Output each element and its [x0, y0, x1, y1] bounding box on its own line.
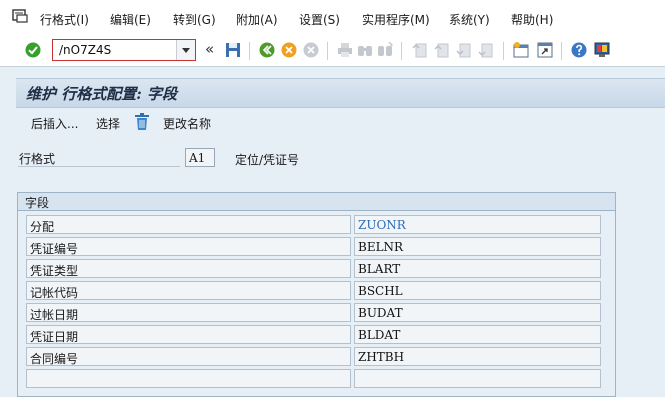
rename-button[interactable]: 更改名称 [163, 115, 211, 132]
menu-bar: 行格式(I) 编辑(E) 转到(G) 附加(A) 设置(S) 实用程序(M) 系… [0, 0, 665, 36]
trash-icon[interactable] [134, 113, 150, 131]
print-icon [338, 43, 352, 57]
field-value-input[interactable]: BELNR [354, 237, 601, 256]
fields-group-box: 字段 分配 ZUONR 凭证编号 BELNR 凭证类型 BLART 记帐代码 B… [17, 192, 616, 397]
menu-system[interactable]: 系统(Y) [449, 11, 490, 28]
command-dropdown-icon[interactable] [176, 40, 195, 60]
next-page-icon [456, 43, 471, 58]
field-label: 分配 [26, 215, 351, 234]
toolbar-separator [249, 42, 250, 60]
last-page-icon [478, 43, 493, 58]
screen-title-bar: 维护 行格式配置: 字段 [16, 78, 665, 108]
group-box-header: 字段 [18, 193, 615, 211]
field-value-input[interactable]: ZUONR [354, 215, 601, 234]
find-next-icon [378, 42, 393, 56]
application-toolbar: 后插入... 选择 更改名称 [16, 108, 665, 136]
enter-check-icon[interactable] [25, 42, 41, 58]
field-label: 过帐日期 [26, 303, 351, 322]
shortcut-icon[interactable] [537, 42, 553, 58]
back-icon[interactable] [259, 42, 275, 58]
system-toolbar: /nO7Z4S « [0, 36, 665, 67]
command-field-value[interactable]: /nO7Z4S [59, 43, 111, 57]
field-label: 合同编号 [26, 347, 351, 366]
collapse-command-icon[interactable]: « [205, 40, 214, 58]
field-label: 记帐代码 [26, 281, 351, 300]
insert-after-button[interactable]: 后插入... [31, 115, 78, 132]
field-value-input[interactable] [354, 369, 601, 388]
toolbar-separator [561, 42, 562, 60]
label-underline [18, 166, 180, 167]
field-label: 凭证类型 [26, 259, 351, 278]
customize-layout-icon[interactable] [594, 42, 610, 58]
line-format-label: 行格式 [19, 152, 56, 166]
help-icon[interactable] [571, 42, 587, 58]
command-field[interactable]: /nO7Z4S [52, 39, 196, 61]
menu-settings[interactable]: 设置(S) [299, 11, 340, 28]
toolbar-separator [401, 42, 402, 60]
find-icon [358, 46, 372, 56]
page-title: 维护 行格式配置: 字段 [26, 85, 177, 103]
menu-goto[interactable]: 转到(G) [173, 11, 216, 28]
first-page-icon [412, 43, 427, 58]
field-value-input[interactable]: BSCHL [354, 281, 601, 300]
field-value-input[interactable]: ZHTBH [354, 347, 601, 366]
save-icon[interactable] [225, 42, 241, 58]
exit-icon[interactable] [281, 42, 297, 58]
select-button[interactable]: 选择 [96, 115, 120, 132]
field-value-input[interactable]: BLART [354, 259, 601, 278]
field-label: 凭证编号 [26, 237, 351, 256]
toolbar-separator [327, 42, 328, 60]
menu-extras[interactable]: 附加(A) [236, 11, 278, 28]
menu-logo-icon[interactable] [12, 9, 28, 23]
field-label [26, 369, 351, 388]
line-format-description: 定位/凭证号 [235, 153, 300, 167]
menu-line-format[interactable]: 行格式(I) [40, 11, 89, 28]
menu-utilities[interactable]: 实用程序(M) [362, 11, 430, 28]
line-format-field: A1 [185, 148, 215, 167]
group-box-title: 字段 [25, 196, 50, 210]
field-value-input[interactable]: BUDAT [354, 303, 601, 322]
field-label: 凭证日期 [26, 325, 351, 344]
toolbar-separator [503, 42, 504, 60]
cancel-icon [303, 42, 319, 58]
create-session-icon[interactable] [513, 42, 529, 58]
previous-page-icon [434, 43, 449, 58]
menu-help[interactable]: 帮助(H) [511, 11, 553, 28]
menu-edit[interactable]: 编辑(E) [110, 11, 151, 28]
field-value-input[interactable]: BLDAT [354, 325, 601, 344]
